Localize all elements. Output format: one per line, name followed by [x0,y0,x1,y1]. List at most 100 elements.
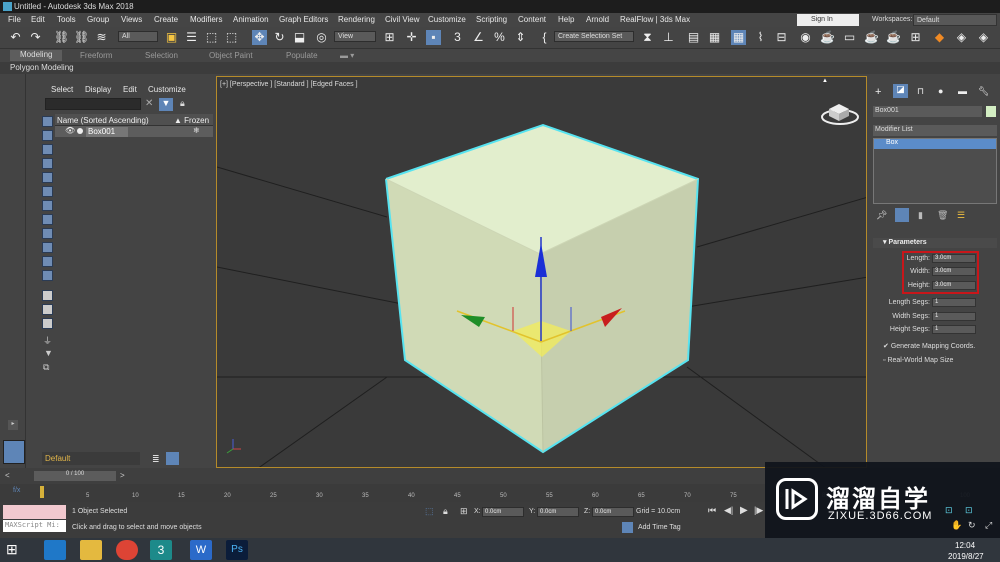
create-tab-icon[interactable]: + [875,86,881,98]
box-object[interactable] [385,123,700,454]
layer-manager-icon[interactable] [166,452,179,465]
time-cursor[interactable] [40,486,44,498]
object-name-field[interactable]: Box001 [873,106,982,117]
selection-set-dropdown[interactable]: Create Selection Set [554,31,634,42]
arnold-icon[interactable]: ◆ [932,30,947,45]
unlink-icon[interactable]: ⛓ [74,30,89,45]
modifier-list-dropdown[interactable]: Modifier List [873,125,997,136]
scene-menu-customize[interactable]: Customize [148,85,186,94]
x-coord-field[interactable]: 0.0cm [482,507,524,517]
menu-rendering[interactable]: Rendering [338,15,375,24]
display-containers-icon[interactable] [42,242,53,253]
menu-realflow[interactable]: RealFlow | 3ds Max [620,15,690,24]
menu-scripting[interactable]: Scripting [476,15,507,24]
redo-icon[interactable]: ↷ [28,30,43,45]
ref-coord-dropdown[interactable]: View [334,31,376,42]
display-all-icon[interactable] [42,290,53,301]
real-world-checkbox[interactable]: ▫ Real-World Map Size [883,357,953,364]
realflow-icon[interactable]: ◈ [954,30,969,45]
menu-edit[interactable]: Edit [31,15,45,24]
lock-icon[interactable]: 🔒︎ [180,98,185,109]
play-icon[interactable]: ▶ [740,505,748,516]
maxscript-listener[interactable] [3,505,66,519]
bind-spacewarp-icon[interactable]: ≋ [94,30,109,45]
angle-snap-icon[interactable]: ∠ [471,30,486,45]
tab-selection[interactable]: Selection [145,51,178,60]
viewcube[interactable] [821,104,859,125]
schematic-view-icon[interactable]: ⊟ [774,30,789,45]
viewport-label[interactable]: [+] [Perspective ] [Standard ] [Edged Fa… [220,81,358,88]
display-groups-icon[interactable] [42,200,53,211]
next-key-icon[interactable]: |▶ [754,505,763,516]
percent-snap-icon[interactable]: % [492,30,507,45]
display-frozen-icon[interactable] [42,256,53,267]
menu-animation[interactable]: Animation [233,15,269,24]
layers-icon[interactable]: ≣ [152,454,160,465]
scene-menu-display[interactable]: Display [85,85,111,94]
render-setup-icon[interactable]: ☕ [820,30,835,45]
visibility-eye-icon[interactable]: 👁︎ [65,126,75,135]
tab-populate[interactable]: Populate [286,51,318,60]
workspace-select[interactable]: Default [913,14,997,26]
remove-modifier-icon[interactable]: 🗑︎ [937,210,948,221]
show-end-result-icon[interactable] [895,208,909,222]
tab-freeform[interactable]: Freeform [80,51,112,60]
modifier-stack-item[interactable]: Box [874,139,996,149]
absolute-mode-icon[interactable]: ⊞ [460,506,468,517]
display-none-icon[interactable] [42,304,53,315]
menu-content[interactable]: Content [518,15,546,24]
pan-icon[interactable]: ✋ [951,520,962,531]
link-icon[interactable]: ⛓ [54,30,69,45]
named-sets-icon[interactable]: { [537,30,552,45]
scene-search-input[interactable] [45,98,141,110]
z-coord-field[interactable]: 0.0cm [592,507,634,517]
sync-selection-icon[interactable]: ⏚ [43,334,52,347]
maximize-viewport-icon[interactable]: ⤢ [985,520,992,531]
scene-menu-select[interactable]: Select [51,85,73,94]
menu-modifiers[interactable]: Modifiers [190,15,222,24]
file-explorer-icon[interactable] [80,540,102,560]
a360-icon[interactable]: ⊞ [908,30,923,45]
spinner-snap-icon[interactable]: ⇕ [513,30,528,45]
signin-button[interactable]: Sign In [797,14,859,26]
render-iterative-icon[interactable]: ☕ [886,30,901,45]
material-editor-icon[interactable]: ◉ [798,30,813,45]
width-segs-spinner[interactable]: 1 [932,312,976,321]
tab-modeling[interactable]: Modeling [10,50,63,61]
menu-graph-editors[interactable]: Graph Editors [279,15,328,24]
perspective-viewport[interactable] [216,76,867,468]
menu-customize[interactable]: Customize [428,15,466,24]
column-frozen[interactable]: ▲ Frozen [174,116,209,125]
prev-key-icon[interactable]: ◀| [724,505,733,516]
layer-dropdown[interactable]: Default [42,452,140,465]
modify-tab-icon[interactable]: ◪ [893,84,908,98]
selection-lock-icon[interactable]: 🔒︎ [443,506,448,517]
scene-explorer-icon[interactable]: ▤ [686,30,701,45]
selection-filter-dropdown[interactable]: All [118,31,158,42]
photoshop-icon[interactable]: Ps [226,540,248,560]
undo-icon[interactable]: ↶ [8,30,23,45]
expand-icon[interactable]: ▸ [8,420,18,430]
scale-icon[interactable]: ⬓ [292,30,307,45]
scene-menu-edit[interactable]: Edit [123,85,137,94]
render-frame-icon[interactable]: ▭ [842,30,857,45]
utilities-tab-icon[interactable]: 🔧︎ [978,86,989,97]
curve-icon[interactable]: f/x [13,487,20,494]
object-color-swatch[interactable] [986,106,996,117]
place-icon[interactable]: ◎ [314,30,329,45]
isolate-icon[interactable]: ⬚ [425,506,434,517]
length-segs-spinner[interactable]: 1 [932,298,976,307]
menu-create[interactable]: Create [154,15,178,24]
snaps-icon[interactable]: 3 [450,30,465,45]
time-tag-icon[interactable] [622,522,633,533]
display-invert-icon[interactable] [42,318,53,329]
add-time-tag[interactable]: Add Time Tag [638,524,681,531]
word-icon[interactable]: W [190,540,212,560]
mirror-icon[interactable]: ⧗ [640,30,655,45]
edge-icon[interactable] [44,540,66,560]
display-shapes-icon[interactable] [42,130,53,141]
viewcube-home-icon[interactable]: ▲ [822,78,828,84]
menu-group[interactable]: Group [87,15,109,24]
render-dot-icon[interactable] [77,128,83,134]
display-bones-icon[interactable] [42,228,53,239]
